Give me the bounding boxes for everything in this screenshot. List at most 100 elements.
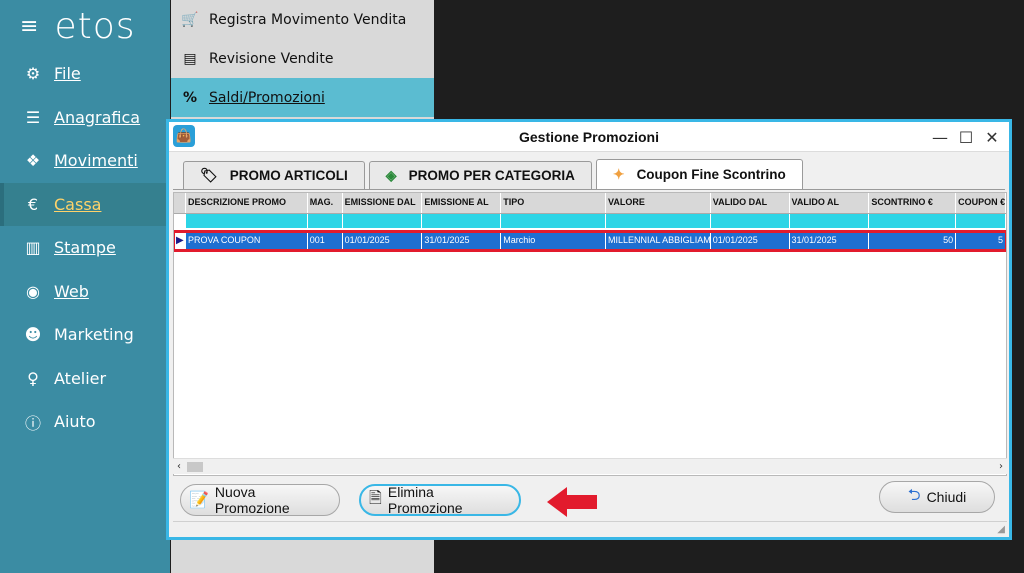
filter-cell[interactable] [790, 214, 870, 228]
submenu-item-label: Saldi/Promozioni [209, 89, 325, 106]
filter-cell[interactable] [308, 214, 343, 228]
sidebar-item-marketing[interactable]: ☻ Marketing [0, 313, 170, 357]
submenu-item-saldi-promozioni[interactable]: % Saldi/Promozioni [171, 78, 434, 117]
sidebar-item-aiuto[interactable]: ⓘ Aiuto [0, 400, 170, 444]
filter-cell[interactable] [422, 214, 502, 228]
sidebar-item-anagrafica[interactable]: ☰ Anagrafica [0, 96, 170, 140]
delete-promotion-button[interactable]: 🗎 Elimina Promozione [359, 484, 521, 516]
edit-document-icon: 📝 [189, 492, 209, 509]
column-header[interactable]: EMISSIONE DAL [343, 193, 423, 213]
column-header[interactable]: COUPON € [956, 193, 1006, 213]
resize-grip-icon[interactable]: ◢ [997, 524, 1005, 535]
column-header[interactable]: VALORE [606, 193, 711, 213]
filter-row[interactable] [174, 214, 1006, 228]
maximize-button[interactable]: ☐ [953, 128, 979, 147]
cell-store: 001 [308, 232, 343, 250]
close-button[interactable]: ⮌ Chiudi [879, 481, 995, 513]
tab-promo-per-categoria[interactable]: ◈ PROMO PER CATEGORIA [368, 161, 592, 189]
column-header[interactable]: SCONTRINO € [869, 193, 957, 213]
row-pointer-icon: ▶ [174, 232, 186, 250]
promotions-grid[interactable]: DESCRIZIONE PROMO MAG. EMISSIONE DAL EMI… [173, 192, 1007, 476]
brand: ≡ etos [0, 0, 170, 52]
sidebar-item-label: Stampe [54, 238, 116, 258]
cell-description: PROVA COUPON [186, 232, 308, 250]
filter-cell[interactable] [711, 214, 790, 228]
cell-value: MILLENNIAL ABBIGLIAMENTO [606, 232, 711, 250]
sidebar-item-label: Web [54, 281, 89, 301]
filter-cell[interactable] [869, 214, 957, 228]
column-header[interactable]: MAG. [308, 193, 343, 213]
globe-icon: ◉ [26, 281, 40, 301]
sidebar-item-file[interactable]: ⚙ File [0, 52, 170, 96]
sidebar-item-label: File [54, 64, 81, 84]
tab-label: PROMO ARTICOLI [229, 168, 348, 183]
window-controls: — ☐ ✕ [927, 122, 1005, 152]
submenu-item-registra-vendita[interactable]: 🛒 Registra Movimento Vendita [171, 0, 434, 39]
filter-cell[interactable] [186, 214, 308, 228]
window-titlebar[interactable]: 👜 Gestione Promozioni — ☐ ✕ [169, 122, 1009, 152]
red-arrow-annotation [547, 487, 597, 517]
tab-coupon-fine-scontrino[interactable]: ✦ Coupon Fine Scontrino [595, 159, 803, 189]
promotions-window: 👜 Gestione Promozioni — ☐ ✕ 🏷 PROMO ARTI… [166, 119, 1012, 540]
sidebar-item-cassa[interactable]: € Cassa [0, 182, 170, 226]
table-row[interactable]: ▶ PROVA COUPON 001 01/01/2025 31/01/2025… [174, 230, 1006, 252]
sidebar-item-stampe[interactable]: ▥ Stampe [0, 226, 170, 270]
filter-cell[interactable] [606, 214, 711, 228]
euro-icon: € [27, 194, 39, 214]
database-icon: ☰ [25, 107, 41, 127]
grid-header: DESCRIZIONE PROMO MAG. EMISSIONE DAL EMI… [174, 193, 1006, 214]
cell-issue-from: 01/01/2025 [343, 232, 423, 250]
column-header[interactable]: EMISSIONE AL [422, 193, 502, 213]
scroll-left-icon[interactable]: ‹ [177, 461, 181, 472]
bar-chart-icon: ▥ [25, 238, 41, 258]
column-header[interactable]: DESCRIZIONE PROMO [186, 193, 308, 213]
submenu-item-revisione-vendite[interactable]: ▤ Revisione Vendite [171, 39, 434, 78]
cubes-icon: ❖ [25, 151, 41, 171]
close-window-button[interactable]: ✕ [979, 128, 1005, 147]
scrollbar-thumb[interactable] [187, 462, 203, 472]
submenu-item-label: Revisione Vendite [209, 50, 334, 67]
button-label: Nuova Promozione [214, 484, 290, 516]
filter-cell[interactable] [343, 214, 423, 228]
sidebar-item-web[interactable]: ◉ Web [0, 270, 170, 314]
cart-icon: 🛒 [181, 11, 199, 28]
tab-promo-articoli[interactable]: 🏷 PROMO ARTICOLI [183, 161, 365, 189]
tag-icon: 🏷 [200, 167, 218, 183]
sidebar-item-atelier[interactable]: ♀ Atelier [0, 357, 170, 401]
cell-valid-to: 31/01/2025 [790, 232, 870, 250]
column-header[interactable]: TIPO [501, 193, 606, 213]
status-bar [173, 521, 1007, 537]
column-header[interactable]: VALIDO DAL [711, 193, 790, 213]
percent-icon: % [182, 89, 198, 106]
sidebar-item-label: Aiuto [54, 412, 96, 432]
tab-divider [173, 189, 1005, 190]
sidebar-item-label: Atelier [54, 368, 107, 388]
submenu-item-label: Registra Movimento Vendita [209, 11, 407, 28]
tab-label: Coupon Fine Scontrino [636, 167, 786, 182]
sidebar-item-label: Movimenti [54, 151, 138, 171]
button-label: Chiudi [926, 489, 967, 505]
sidebar: ≡ etos ⚙ File ☰ Anagrafica ❖ Movimenti €… [0, 0, 170, 573]
sidebar-item-label: Anagrafica [54, 107, 141, 127]
tab-label: PROMO PER CATEGORIA [408, 168, 575, 183]
scroll-right-icon[interactable]: › [999, 461, 1003, 472]
back-arrow-icon: ⮌ [907, 486, 921, 504]
coupon-icon: ✦ [612, 166, 625, 182]
hamburger-icon[interactable]: ≡ [20, 14, 38, 39]
filter-cell[interactable] [501, 214, 606, 228]
minimize-button[interactable]: — [927, 128, 953, 147]
sidebar-item-movimenti[interactable]: ❖ Movimenti [0, 139, 170, 183]
window-title: Gestione Promozioni [518, 128, 659, 145]
cell-coupon-amount: 5 [956, 232, 1006, 250]
person-icon: ♀ [27, 368, 39, 388]
sidebar-item-label: Cassa [54, 194, 102, 214]
row-indicator-header [174, 193, 186, 213]
button-label: Elimina Promozione [387, 484, 463, 516]
copy-icon: ▤ [183, 50, 197, 67]
filter-cell[interactable] [956, 214, 1006, 228]
column-header[interactable]: VALIDO AL [790, 193, 870, 213]
filter-cell [174, 214, 186, 228]
horizontal-scrollbar[interactable]: ‹ › [173, 458, 1007, 474]
info-icon: ⓘ [24, 413, 41, 433]
new-promotion-button[interactable]: 📝 Nuova Promozione [180, 484, 340, 516]
